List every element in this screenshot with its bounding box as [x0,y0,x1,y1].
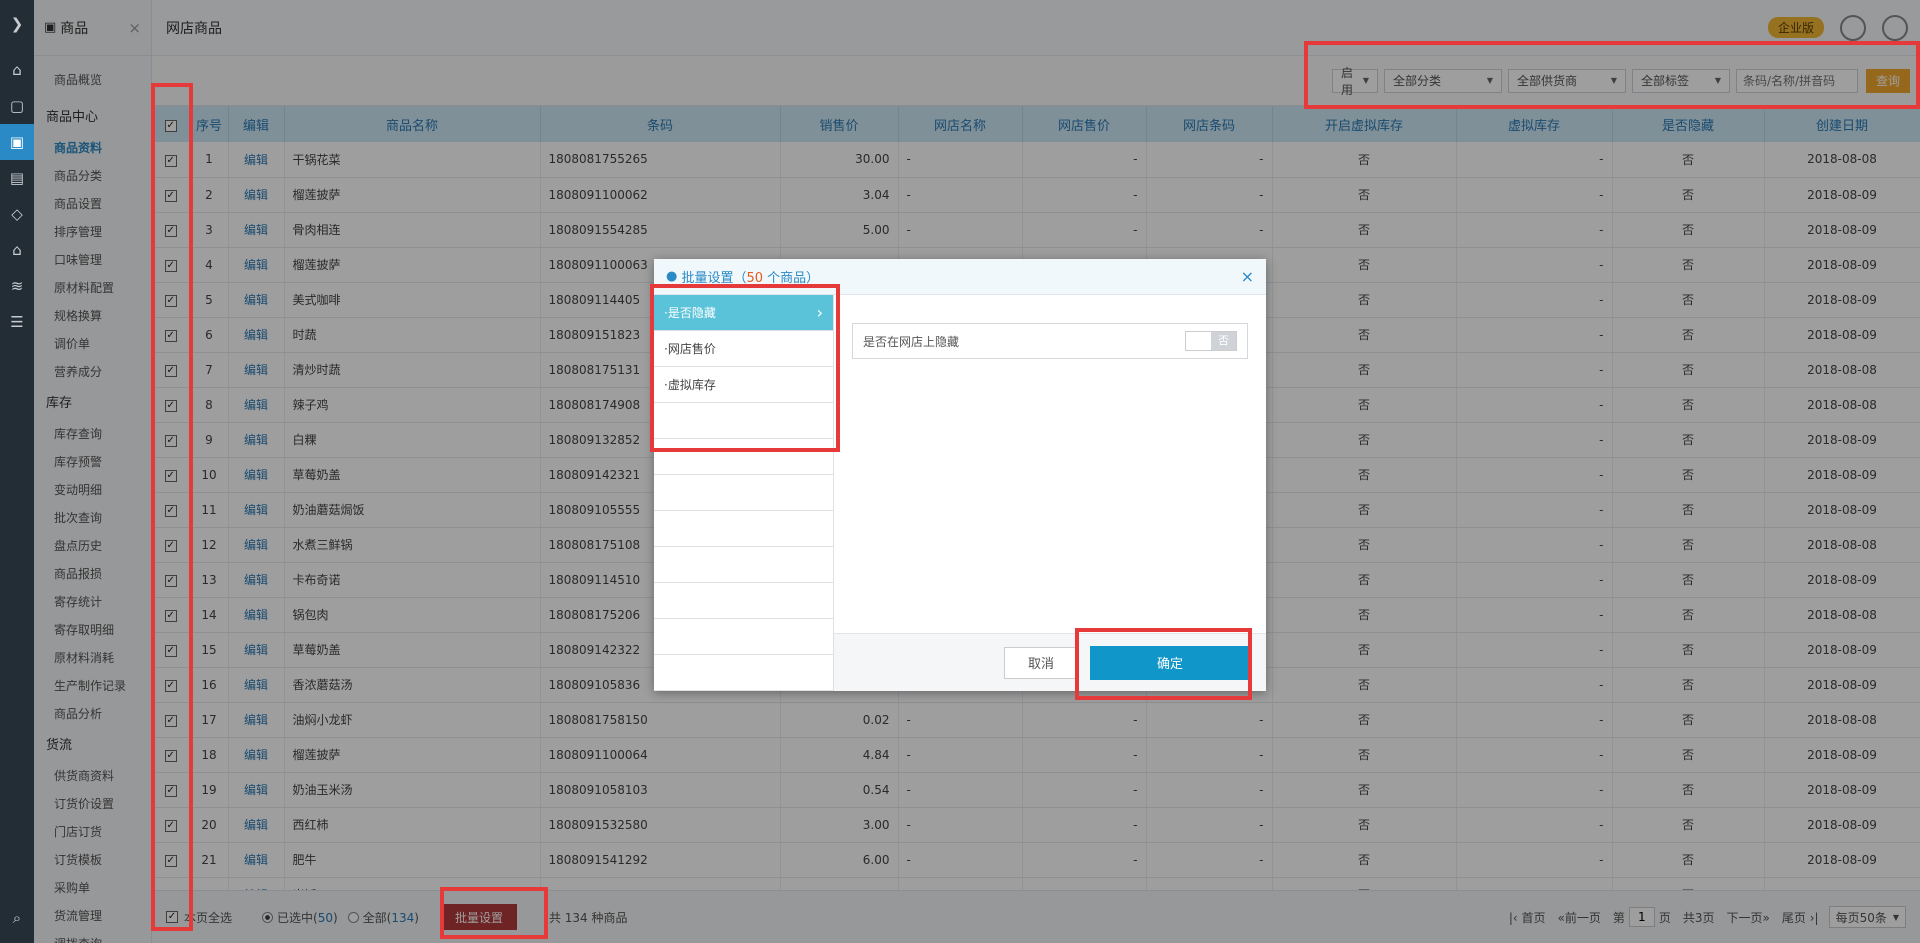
tab-shop-price[interactable]: ·网店售价 [654,331,833,367]
tab-hidden[interactable]: ·是否隐藏 › [654,295,833,331]
toggle-knob [1186,332,1211,350]
monitor-icon[interactable]: ▢ [0,88,34,124]
dialog-content: 是否在网店上隐藏 否 取消 确定 [834,295,1266,691]
app: ❯ ⌂ ▢ ▣ ▤ ◇ ⌂ ≋ ☰ ⌕ ▣ 商品 × 商品概览 商品中心 商品资… [0,0,1920,943]
tab-empty [654,475,833,511]
member-icon[interactable]: ◇ [0,196,34,232]
menu-icon[interactable]: ☰ [0,304,34,340]
goods-icon[interactable]: ▣ [0,124,34,160]
chevron-right-icon: › [816,303,823,322]
icon-rail: ❯ ⌂ ▢ ▣ ▤ ◇ ⌂ ≋ ☰ ⌕ [0,0,34,943]
tab-empty [654,619,833,655]
close-icon[interactable]: × [1241,267,1254,286]
hide-toggle[interactable]: 否 [1185,331,1237,351]
dialog-footer: 取消 确定 [834,633,1266,691]
dialog-title: 批量设置（50 个商品） [681,271,820,286]
tab-empty [654,583,833,619]
toggle-label: 否 [1211,332,1236,350]
logo-icon: ❯ [10,15,24,33]
tab-empty [654,655,833,691]
tab-empty [654,439,833,475]
dialog-tab-list: ·是否隐藏 › ·网店售价 ·虚拟库存 [654,295,834,691]
hide-setting-row: 是否在网店上隐藏 否 [852,323,1248,359]
tab-empty [654,511,833,547]
report-icon[interactable]: ▤ [0,160,34,196]
shop-icon[interactable]: ⌂ [0,232,34,268]
cancel-button[interactable]: 取消 [1004,646,1078,679]
tab-empty [654,547,833,583]
dialog-header: ● 批量设置（50 个商品） × [654,259,1266,295]
tab-empty [654,403,833,439]
search-icon[interactable]: ⌕ [0,900,34,936]
confirm-button[interactable]: 确定 [1090,645,1250,680]
hide-setting-label: 是否在网店上隐藏 [863,334,960,349]
bullet-icon: ● [666,269,682,284]
batch-settings-dialog: ● 批量设置（50 个商品） × ·是否隐藏 › ·网店售价 ·虚拟库存 是否在网… [654,259,1266,691]
home-icon[interactable]: ⌂ [0,52,34,88]
tab-virtual-stock[interactable]: ·虚拟库存 [654,367,833,403]
chart-icon[interactable]: ≋ [0,268,34,304]
